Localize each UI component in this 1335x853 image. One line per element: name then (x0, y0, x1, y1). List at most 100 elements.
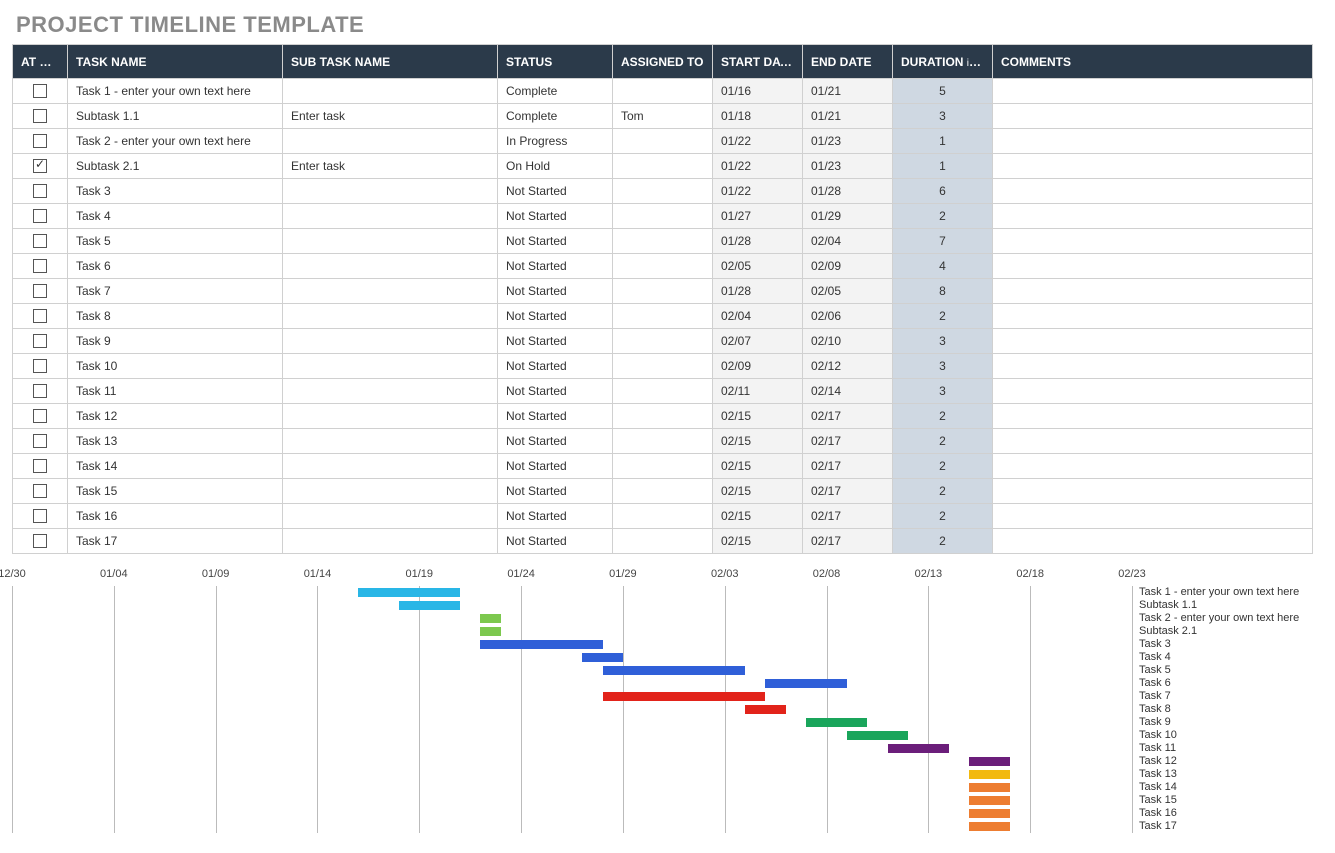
start-date-cell[interactable]: 02/15 (713, 454, 803, 479)
task-cell[interactable]: Task 9 (68, 329, 283, 354)
subtask-cell[interactable] (283, 479, 498, 504)
end-date-cell[interactable]: 02/17 (803, 504, 893, 529)
start-date-cell[interactable]: 02/11 (713, 379, 803, 404)
duration-cell[interactable]: 2 (893, 479, 993, 504)
status-cell[interactable]: Not Started (498, 529, 613, 554)
assigned-cell[interactable] (613, 329, 713, 354)
comments-cell[interactable] (993, 254, 1313, 279)
assigned-cell[interactable] (613, 129, 713, 154)
assigned-cell[interactable] (613, 154, 713, 179)
subtask-cell[interactable] (283, 329, 498, 354)
at-risk-cell[interactable] (13, 229, 68, 254)
comments-cell[interactable] (993, 154, 1313, 179)
checkbox-icon[interactable] (33, 159, 47, 173)
status-cell[interactable]: Not Started (498, 229, 613, 254)
status-cell[interactable]: Complete (498, 104, 613, 129)
duration-cell[interactable]: 1 (893, 129, 993, 154)
status-cell[interactable]: Not Started (498, 504, 613, 529)
at-risk-cell[interactable] (13, 179, 68, 204)
subtask-cell[interactable] (283, 304, 498, 329)
start-date-cell[interactable]: 01/22 (713, 154, 803, 179)
task-cell[interactable]: Task 17 (68, 529, 283, 554)
end-date-cell[interactable]: 01/21 (803, 104, 893, 129)
duration-cell[interactable]: 3 (893, 354, 993, 379)
duration-cell[interactable]: 8 (893, 279, 993, 304)
end-date-cell[interactable]: 02/17 (803, 404, 893, 429)
at-risk-cell[interactable] (13, 79, 68, 104)
comments-cell[interactable] (993, 279, 1313, 304)
checkbox-icon[interactable] (33, 484, 47, 498)
start-date-cell[interactable]: 02/07 (713, 329, 803, 354)
at-risk-cell[interactable] (13, 404, 68, 429)
subtask-cell[interactable] (283, 179, 498, 204)
status-cell[interactable]: Not Started (498, 304, 613, 329)
status-cell[interactable]: Not Started (498, 354, 613, 379)
start-date-cell[interactable]: 02/15 (713, 504, 803, 529)
subtask-cell[interactable]: Enter task (283, 104, 498, 129)
at-risk-cell[interactable] (13, 279, 68, 304)
assigned-cell[interactable]: Tom (613, 104, 713, 129)
status-cell[interactable]: Not Started (498, 429, 613, 454)
checkbox-icon[interactable] (33, 434, 47, 448)
at-risk-cell[interactable] (13, 204, 68, 229)
duration-cell[interactable]: 1 (893, 154, 993, 179)
duration-cell[interactable]: 5 (893, 79, 993, 104)
duration-cell[interactable]: 3 (893, 379, 993, 404)
assigned-cell[interactable] (613, 179, 713, 204)
status-cell[interactable]: Not Started (498, 379, 613, 404)
task-cell[interactable]: Task 14 (68, 454, 283, 479)
start-date-cell[interactable]: 01/18 (713, 104, 803, 129)
comments-cell[interactable] (993, 229, 1313, 254)
task-cell[interactable]: Task 16 (68, 504, 283, 529)
task-cell[interactable]: Task 7 (68, 279, 283, 304)
checkbox-icon[interactable] (33, 509, 47, 523)
task-cell[interactable]: Task 10 (68, 354, 283, 379)
duration-cell[interactable]: 7 (893, 229, 993, 254)
checkbox-icon[interactable] (33, 384, 47, 398)
comments-cell[interactable] (993, 479, 1313, 504)
duration-cell[interactable]: 3 (893, 329, 993, 354)
end-date-cell[interactable]: 01/23 (803, 154, 893, 179)
at-risk-cell[interactable] (13, 254, 68, 279)
at-risk-cell[interactable] (13, 454, 68, 479)
comments-cell[interactable] (993, 104, 1313, 129)
assigned-cell[interactable] (613, 204, 713, 229)
status-cell[interactable]: On Hold (498, 154, 613, 179)
comments-cell[interactable] (993, 329, 1313, 354)
duration-cell[interactable]: 2 (893, 304, 993, 329)
task-cell[interactable]: Task 8 (68, 304, 283, 329)
checkbox-icon[interactable] (33, 534, 47, 548)
assigned-cell[interactable] (613, 304, 713, 329)
end-date-cell[interactable]: 02/12 (803, 354, 893, 379)
start-date-cell[interactable]: 01/28 (713, 279, 803, 304)
duration-cell[interactable]: 2 (893, 404, 993, 429)
start-date-cell[interactable]: 02/15 (713, 404, 803, 429)
status-cell[interactable]: Not Started (498, 404, 613, 429)
start-date-cell[interactable]: 02/04 (713, 304, 803, 329)
end-date-cell[interactable]: 02/17 (803, 429, 893, 454)
checkbox-icon[interactable] (33, 184, 47, 198)
start-date-cell[interactable]: 02/15 (713, 429, 803, 454)
checkbox-icon[interactable] (33, 84, 47, 98)
start-date-cell[interactable]: 02/15 (713, 479, 803, 504)
duration-cell[interactable]: 2 (893, 204, 993, 229)
assigned-cell[interactable] (613, 479, 713, 504)
duration-cell[interactable]: 2 (893, 529, 993, 554)
task-cell[interactable]: Task 15 (68, 479, 283, 504)
start-date-cell[interactable]: 01/22 (713, 179, 803, 204)
subtask-cell[interactable] (283, 504, 498, 529)
checkbox-icon[interactable] (33, 459, 47, 473)
subtask-cell[interactable] (283, 429, 498, 454)
task-cell[interactable]: Subtask 2.1 (68, 154, 283, 179)
assigned-cell[interactable] (613, 229, 713, 254)
task-cell[interactable]: Task 12 (68, 404, 283, 429)
subtask-cell[interactable] (283, 229, 498, 254)
status-cell[interactable]: Not Started (498, 454, 613, 479)
task-cell[interactable]: Task 4 (68, 204, 283, 229)
checkbox-icon[interactable] (33, 209, 47, 223)
subtask-cell[interactable] (283, 354, 498, 379)
duration-cell[interactable]: 6 (893, 179, 993, 204)
assigned-cell[interactable] (613, 454, 713, 479)
comments-cell[interactable] (993, 204, 1313, 229)
end-date-cell[interactable]: 02/06 (803, 304, 893, 329)
